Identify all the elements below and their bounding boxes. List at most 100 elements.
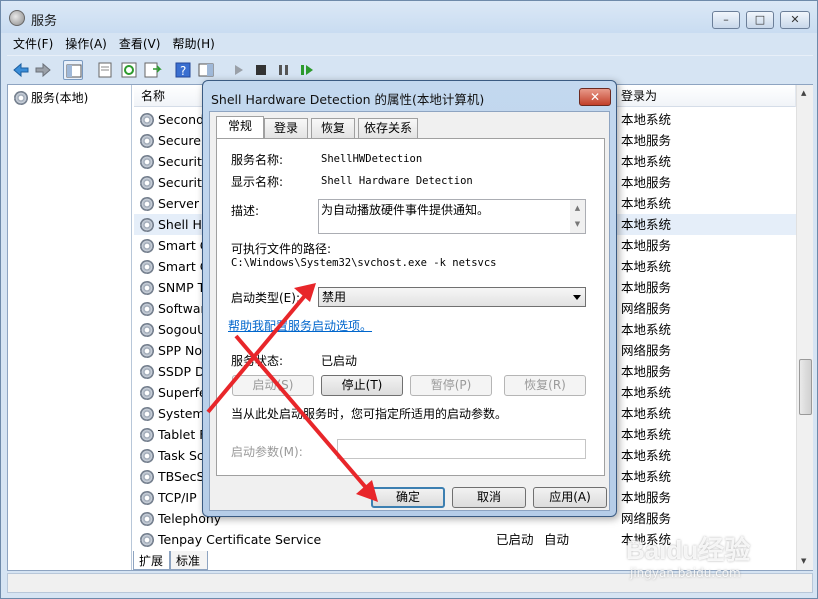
startup-type-label: 启动类型(E): xyxy=(231,291,300,305)
service-name: SNMP T xyxy=(158,280,206,295)
start-params-hint: 当从此处启动服务时，您可指定所适用的启动参数。 xyxy=(231,407,508,421)
close-button[interactable]: ✕ xyxy=(780,11,810,29)
column-header-logon[interactable]: 登录为 xyxy=(614,85,796,107)
service-name: Tablet F xyxy=(158,427,207,442)
service-logon: 本地服务 xyxy=(621,133,672,148)
service-name-cell: Security xyxy=(140,151,209,172)
startup-type-select[interactable]: 禁用 xyxy=(318,287,586,307)
pause-button[interactable]: 暂停(P) xyxy=(410,375,492,396)
path-value: C:\Windows\System32\svchost.exe -k netsv… xyxy=(231,257,497,269)
service-name-cell: Softwar xyxy=(140,298,206,319)
tab-standard[interactable]: 标准 xyxy=(170,551,208,570)
service-name: System xyxy=(158,406,205,421)
separator xyxy=(228,341,581,342)
gear-icon xyxy=(140,175,154,190)
apply-button[interactable]: 应用(A) xyxy=(533,487,607,508)
stop-service-icon[interactable] xyxy=(251,60,271,80)
start-params-input[interactable] xyxy=(337,439,586,459)
watermark-brand: Baidu经验 xyxy=(626,535,751,565)
service-name: SSDP D xyxy=(158,364,205,379)
help-icon[interactable]: ? xyxy=(173,60,193,80)
show-action-pane-icon[interactable] xyxy=(196,60,216,80)
description-scrollbar[interactable]: ▲ ▼ xyxy=(570,200,585,233)
service-status-label: 服务状态: xyxy=(231,354,284,368)
show-hide-console-tree-icon[interactable] xyxy=(63,60,83,80)
service-name-cell: TBSecS xyxy=(140,466,204,487)
service-status: 已启动 xyxy=(496,532,534,547)
scrollbar-thumb[interactable] xyxy=(799,359,812,415)
service-logon: 本地系统 xyxy=(621,196,672,211)
tab-general[interactable]: 常规 xyxy=(216,116,264,139)
gear-icon xyxy=(140,469,154,484)
vertical-scrollbar[interactable]: ▲ ▼ xyxy=(796,85,813,570)
console-tree: 服务(本地) xyxy=(8,85,132,570)
gear-icon xyxy=(140,322,154,337)
menu-file[interactable]: 文件(F) xyxy=(7,33,59,52)
tab-recovery[interactable]: 恢复 xyxy=(311,118,355,138)
properties-dialog: Shell Hardware Detection 的属性(本地计算机) ✕ 常规… xyxy=(202,80,617,517)
tree-item-services-local[interactable]: 服务(本地) xyxy=(12,88,90,107)
gear-icon xyxy=(140,217,154,232)
service-logon: 本地系统 xyxy=(621,154,672,169)
baidu-watermark: Baidu经验 jingyan.baidu.com xyxy=(612,528,812,590)
tree-item-label: 服务(本地) xyxy=(31,91,89,105)
startup-type-value: 禁用 xyxy=(322,290,347,304)
service-logon: 本地系统 xyxy=(621,406,672,421)
pause-service-icon[interactable] xyxy=(274,60,294,80)
stop-button[interactable]: 停止(T) xyxy=(321,375,403,396)
service-logon: 本地服务 xyxy=(621,280,672,295)
service-name-cell: Shell Ha xyxy=(140,214,210,235)
service-name: SogouU xyxy=(158,322,207,337)
service-logon: 本地系统 xyxy=(621,259,672,274)
service-logon: 网络服务 xyxy=(621,301,672,316)
menu-bar: 文件(F) 操作(A) 查看(V) 帮助(H) xyxy=(7,33,813,53)
service-name-label: 服务名称: xyxy=(231,153,284,167)
service-name-cell: Task Sc xyxy=(140,445,204,466)
menu-view[interactable]: 查看(V) xyxy=(113,33,167,52)
service-name: Secure xyxy=(158,133,201,148)
refresh-icon[interactable] xyxy=(119,60,139,80)
start-button[interactable]: 启动(S) xyxy=(232,375,314,396)
window-title: 服务 xyxy=(31,14,58,29)
service-logon: 本地服务 xyxy=(621,175,672,190)
back-arrow-icon[interactable] xyxy=(11,60,31,80)
menu-action[interactable]: 操作(A) xyxy=(59,33,113,52)
restart-service-icon[interactable] xyxy=(297,60,317,80)
dialog-close-button[interactable]: ✕ xyxy=(579,88,611,106)
maximize-button[interactable]: □ xyxy=(746,11,774,29)
help-configure-link[interactable]: 帮助我配置服务启动选项。 xyxy=(228,317,372,334)
service-name-value: ShellHWDetection xyxy=(321,153,423,165)
export-list-icon[interactable] xyxy=(142,60,162,80)
service-logon: 本地系统 xyxy=(621,322,672,337)
properties-icon[interactable] xyxy=(95,60,115,80)
service-logon: 本地系统 xyxy=(621,427,672,442)
service-logon: 本地系统 xyxy=(621,448,672,463)
ok-button[interactable]: 确定 xyxy=(371,487,445,508)
service-logon: 本地系统 xyxy=(621,469,672,484)
tab-dependencies[interactable]: 依存关系 xyxy=(358,118,418,138)
gear-icon xyxy=(140,154,154,169)
service-logon: 网络服务 xyxy=(621,343,672,358)
menu-help[interactable]: 帮助(H) xyxy=(166,33,220,52)
scroll-up-icon[interactable]: ▲ xyxy=(801,89,806,97)
service-logon: 本地系统 xyxy=(621,217,672,232)
tab-logon[interactable]: 登录 xyxy=(264,118,308,138)
service-startup-type: 自动 xyxy=(544,532,570,547)
toolbar: ? xyxy=(7,55,813,83)
cancel-button[interactable]: 取消 xyxy=(452,487,526,508)
resume-button[interactable]: 恢复(R) xyxy=(504,375,586,396)
gear-icon xyxy=(140,280,154,295)
service-name-cell: SSDP D xyxy=(140,361,205,382)
description-label: 描述: xyxy=(231,204,260,218)
start-service-icon[interactable] xyxy=(228,60,248,80)
forward-arrow-icon[interactable] xyxy=(33,60,53,80)
service-name-cell: SogouU xyxy=(140,319,206,340)
minimize-button[interactable]: – xyxy=(712,11,740,29)
service-name: TBSecS xyxy=(158,469,205,484)
description-text: 为自动播放硬件事件提供通知。 xyxy=(321,203,490,217)
service-name-cell: Secure xyxy=(140,130,201,151)
tab-extended[interactable]: 扩展 xyxy=(133,551,170,570)
gear-icon xyxy=(140,196,154,211)
service-name-cell: SNMP T xyxy=(140,277,205,298)
service-logon: 本地系统 xyxy=(621,385,672,400)
